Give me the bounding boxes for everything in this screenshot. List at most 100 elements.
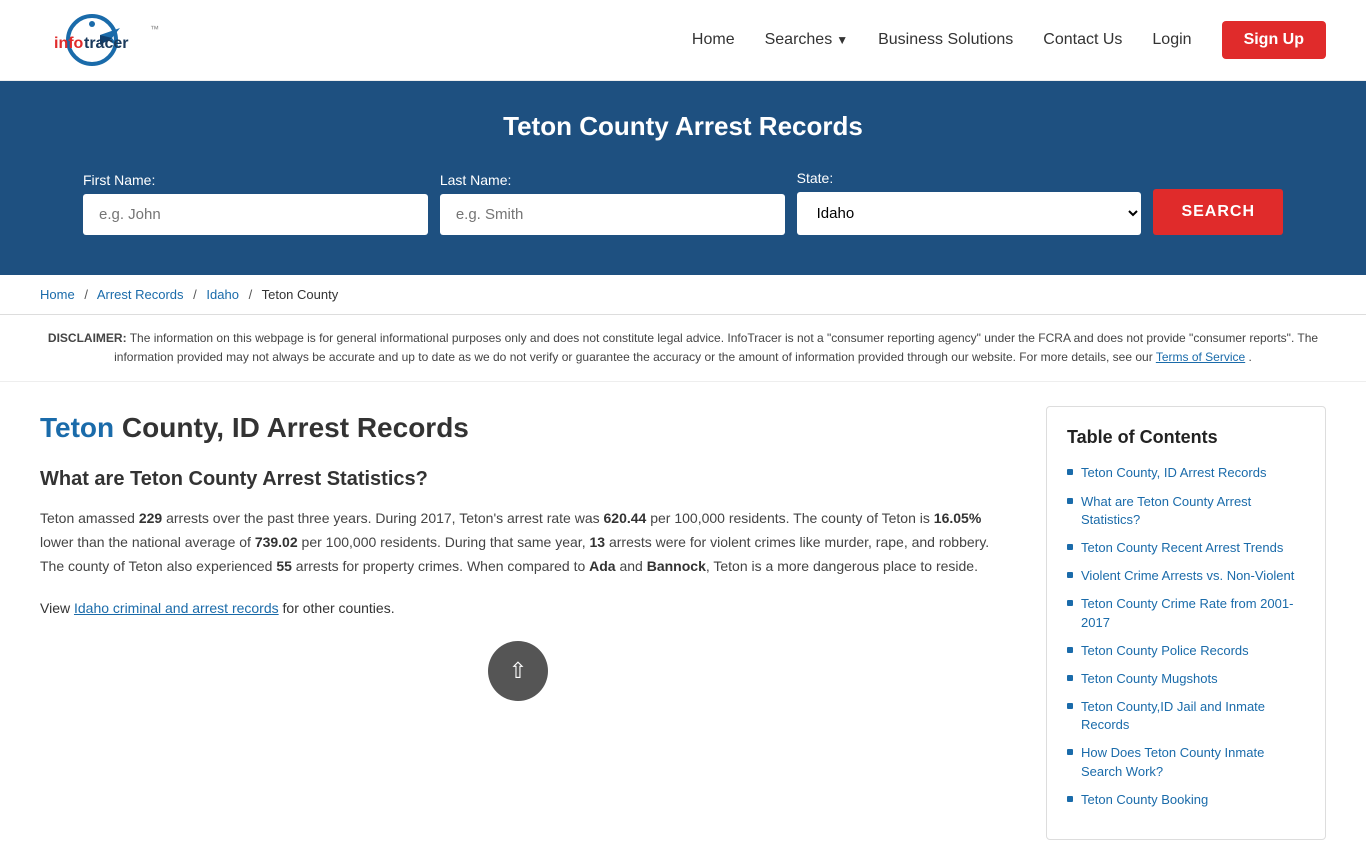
toc-list-item: Teton County Crime Rate from 2001-2017 (1067, 595, 1305, 631)
toc-list-item: Teton County Booking (1067, 791, 1305, 809)
toc-item-link[interactable]: How Does Teton County Inmate Search Work… (1081, 744, 1305, 780)
toc-item-link[interactable]: Teton County Police Records (1081, 642, 1249, 660)
first-name-label: First Name: (83, 172, 428, 188)
body3: per 100,000 residents. The county of Tet… (646, 510, 933, 526)
last-name-label: Last Name: (440, 172, 785, 188)
toc-list-item: Teton County Mugshots (1067, 670, 1305, 688)
body9: , Teton is a more dangerous place to res… (706, 558, 978, 574)
last-name-input[interactable] (440, 194, 785, 235)
toc-list-item: Teton County Police Records (1067, 642, 1305, 660)
toc-bullet-icon (1067, 703, 1073, 709)
toc-list: Teton County, ID Arrest Records What are … (1067, 464, 1305, 809)
view-other-link[interactable]: Idaho criminal and arrest records (74, 600, 279, 616)
breadcrumb-current: Teton County (262, 287, 339, 302)
svg-text:™: ™ (150, 24, 159, 34)
toc-item-link[interactable]: Teton County, ID Arrest Records (1081, 464, 1266, 482)
nav-home[interactable]: Home (692, 31, 735, 49)
toc-bullet-icon (1067, 544, 1073, 550)
toc-list-item: Teton County Recent Arrest Trends (1067, 539, 1305, 557)
body7: arrests for property crimes. When compar… (292, 558, 589, 574)
article-title-highlight: Teton (40, 412, 114, 443)
breadcrumb-sep-3: / (249, 287, 253, 302)
scroll-to-top-button[interactable]: ⇧ (488, 641, 548, 701)
body4: lower than the national average of (40, 534, 255, 550)
article: Teton County, ID Arrest Records What are… (20, 382, 1026, 864)
toc-item-link[interactable]: What are Teton County Arrest Statistics? (1081, 493, 1305, 529)
breadcrumb-home[interactable]: Home (40, 287, 75, 302)
toc-list-item: How Does Teton County Inmate Search Work… (1067, 744, 1305, 780)
breadcrumb-sep-2: / (193, 287, 197, 302)
last-name-group: Last Name: (440, 172, 785, 235)
city1: Ada (589, 558, 615, 574)
toc-bullet-icon (1067, 675, 1073, 681)
main-nav: Home Searches ▼ Business Solutions Conta… (692, 21, 1326, 59)
toc-title: Table of Contents (1067, 427, 1305, 448)
article-title-rest: County, ID Arrest Records (114, 412, 469, 443)
pct: 16.05% (934, 510, 981, 526)
search-button[interactable]: SEARCH (1153, 189, 1283, 235)
body8: and (616, 558, 647, 574)
toc-item-link[interactable]: Teton County Mugshots (1081, 670, 1218, 688)
national: 739.02 (255, 534, 298, 550)
view-other-pre: View (40, 600, 74, 616)
header: info tracer ™ Home Searches ▼ Business S… (0, 0, 1366, 81)
signup-button[interactable]: Sign Up (1222, 21, 1326, 59)
breadcrumb-arrest-records[interactable]: Arrest Records (97, 287, 184, 302)
disclaimer-suffix: . (1249, 350, 1252, 364)
state-label: State: (797, 170, 1142, 186)
toc-item-link[interactable]: Teton County Recent Arrest Trends (1081, 539, 1283, 557)
toc-bullet-icon (1067, 469, 1073, 475)
view-other-post: for other counties. (279, 600, 395, 616)
state-group: State: Idaho Alabama Alaska Arizona Arka… (797, 170, 1142, 235)
terms-of-service-link[interactable]: Terms of Service (1156, 350, 1245, 364)
login-button[interactable]: Login (1152, 31, 1191, 49)
nav-searches[interactable]: Searches ▼ (765, 31, 848, 49)
search-form: First Name: Last Name: State: Idaho Alab… (83, 170, 1283, 235)
first-name-input[interactable] (83, 194, 428, 235)
nav-business[interactable]: Business Solutions (878, 31, 1013, 49)
nav-contact[interactable]: Contact Us (1043, 31, 1122, 49)
toc-bullet-icon (1067, 498, 1073, 504)
state-select[interactable]: Idaho Alabama Alaska Arizona Arkansas Ca… (797, 192, 1142, 235)
toc-bullet-icon (1067, 796, 1073, 802)
first-name-group: First Name: (83, 172, 428, 235)
rate: 620.44 (604, 510, 647, 526)
toc-bullet-icon (1067, 572, 1073, 578)
violent: 13 (589, 534, 605, 550)
svg-text:info: info (54, 35, 84, 52)
main-content: Teton County, ID Arrest Records What are… (0, 382, 1366, 864)
toc-list-item: Violent Crime Arrests vs. Non-Violent (1067, 567, 1305, 585)
toc-bullet-icon (1067, 749, 1073, 755)
toc-sidebar: Table of Contents Teton County, ID Arres… (1026, 382, 1346, 864)
arrests-count: 229 (139, 510, 162, 526)
body5: per 100,000 residents. During that same … (298, 534, 590, 550)
svg-text:tracer: tracer (84, 35, 128, 52)
toc-item-link[interactable]: Violent Crime Arrests vs. Non-Violent (1081, 567, 1294, 585)
toc-list-item: Teton County,ID Jail and Inmate Records (1067, 698, 1305, 734)
toc-item-link[interactable]: Teton County Booking (1081, 791, 1208, 809)
view-other: View Idaho criminal and arrest records f… (40, 597, 996, 621)
toc-list-item: What are Teton County Arrest Statistics? (1067, 493, 1305, 529)
breadcrumb-sep-1: / (84, 287, 88, 302)
article-body: Teton amassed 229 arrests over the past … (40, 507, 996, 578)
toc-box: Table of Contents Teton County, ID Arres… (1046, 406, 1326, 840)
body1: Teton amassed (40, 510, 139, 526)
toc-bullet-icon (1067, 600, 1073, 606)
toc-list-item: Teton County, ID Arrest Records (1067, 464, 1305, 482)
page-title: Teton County Arrest Records (40, 111, 1326, 142)
logo-svg: info tracer ™ (40, 10, 200, 70)
breadcrumb: Home / Arrest Records / Idaho / Teton Co… (0, 275, 1366, 315)
disclaimer-text: The information on this webpage is for g… (114, 331, 1318, 364)
section1-heading: What are Teton County Arrest Statistics? (40, 468, 996, 491)
disclaimer: DISCLAIMER: The information on this webp… (0, 315, 1366, 382)
chevron-down-icon: ▼ (836, 33, 848, 47)
article-title: Teton County, ID Arrest Records (40, 412, 996, 444)
property: 55 (276, 558, 292, 574)
toc-item-link[interactable]: Teton County Crime Rate from 2001-2017 (1081, 595, 1305, 631)
breadcrumb-idaho[interactable]: Idaho (206, 287, 239, 302)
toc-item-link[interactable]: Teton County,ID Jail and Inmate Records (1081, 698, 1305, 734)
body2: arrests over the past three years. Durin… (162, 510, 603, 526)
city2: Bannock (647, 558, 706, 574)
search-section: Teton County Arrest Records First Name: … (0, 81, 1366, 275)
disclaimer-label: DISCLAIMER: (48, 331, 127, 345)
